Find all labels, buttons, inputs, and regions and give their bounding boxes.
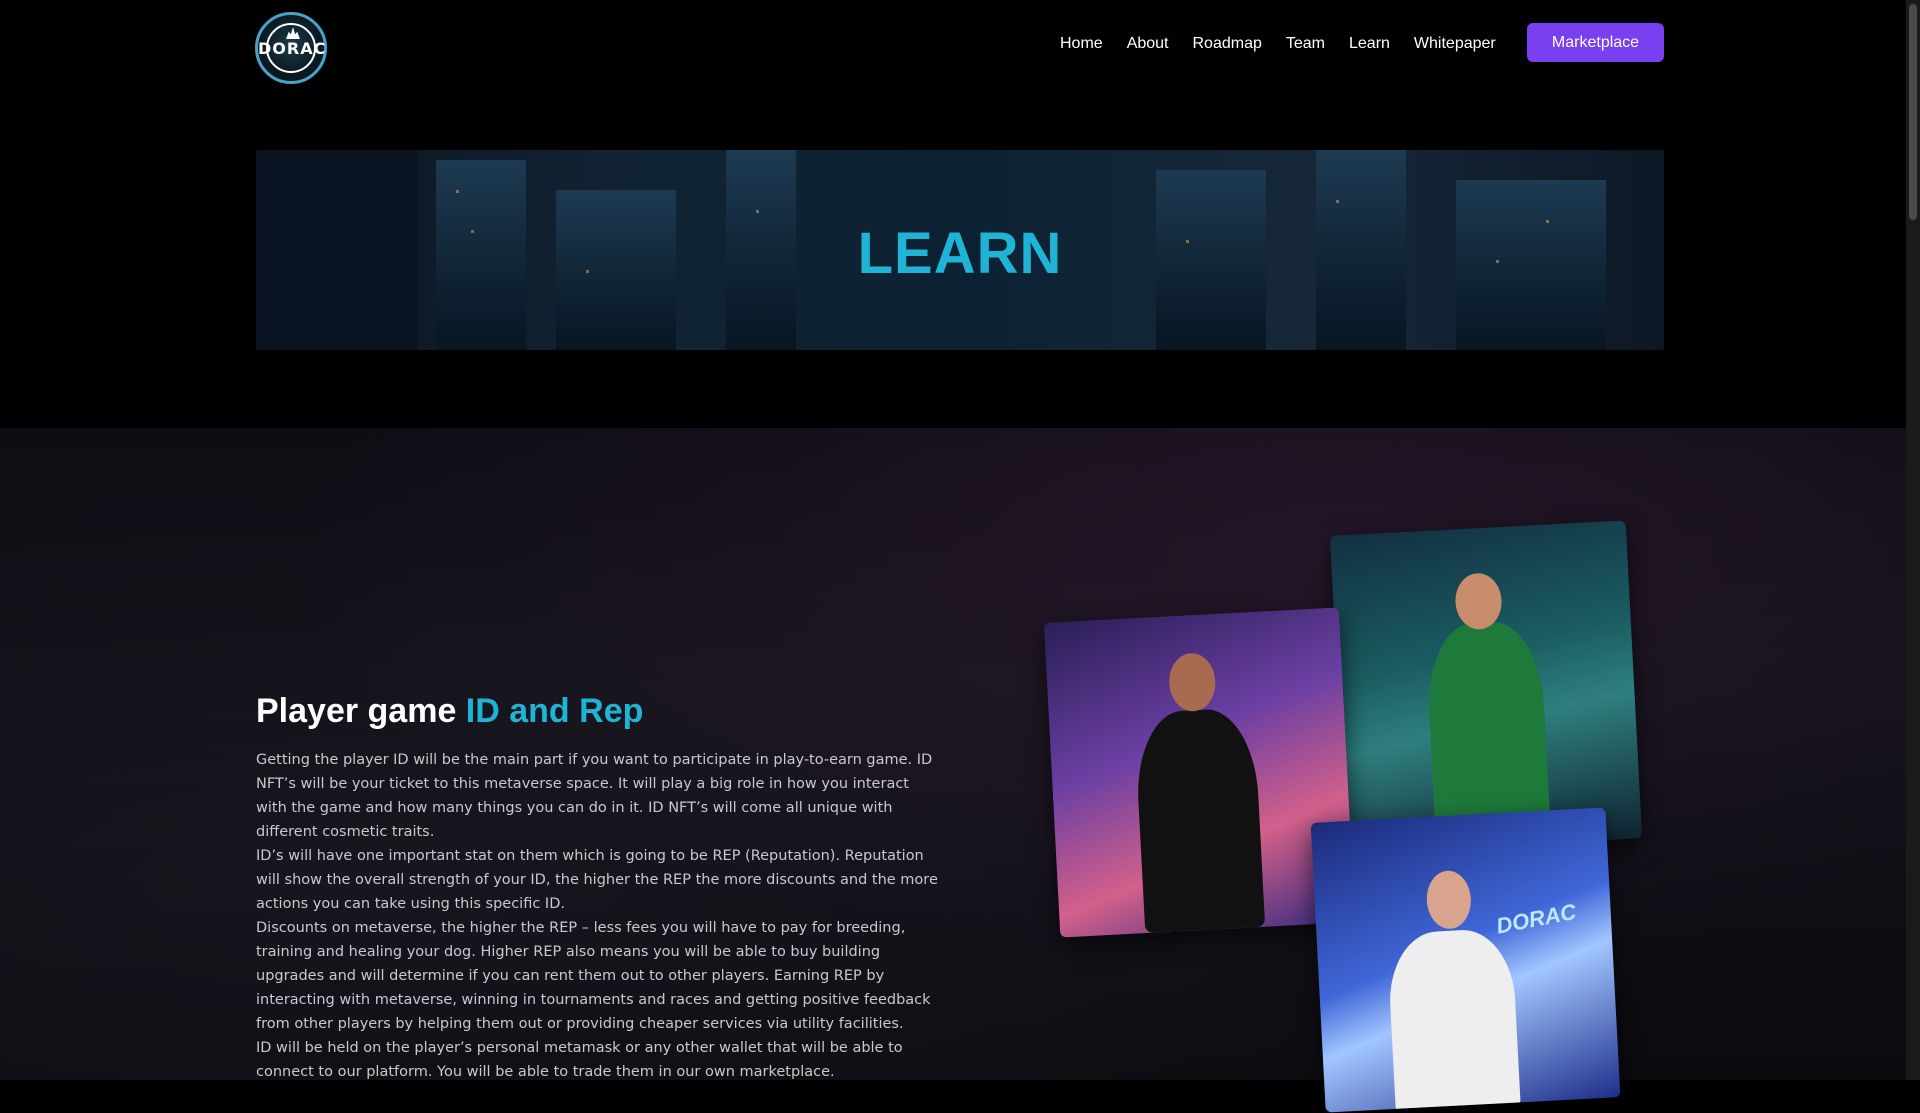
character-figure bbox=[1386, 927, 1521, 1113]
nav-whitepaper[interactable]: Whitepaper bbox=[1414, 35, 1496, 53]
marketplace-button[interactable]: Marketplace bbox=[1527, 23, 1664, 62]
character-card-blue: DORAC bbox=[1310, 807, 1621, 1113]
scroll-thumb[interactable] bbox=[1909, 4, 1917, 220]
paragraph: ID will be held on the player’s personal… bbox=[256, 1040, 903, 1080]
main-nav: Home About Roadmap Team Learn Whitepaper bbox=[1060, 28, 1496, 60]
banner-window bbox=[1336, 200, 1339, 203]
nav-team[interactable]: Team bbox=[1286, 35, 1325, 53]
section-body: Getting the player ID will be the main p… bbox=[256, 748, 941, 1084]
heading-highlight: ID and Rep bbox=[465, 692, 644, 730]
paragraph: ID’s will have one important stat on the… bbox=[256, 848, 938, 912]
nav-roadmap[interactable]: Roadmap bbox=[1193, 35, 1262, 53]
banner-window bbox=[756, 210, 759, 213]
character-head bbox=[1167, 652, 1217, 713]
paragraph: Discounts on metaverse, the higher the R… bbox=[256, 920, 931, 1032]
page-title: LEARN bbox=[857, 221, 1063, 286]
nav-home[interactable]: Home bbox=[1060, 35, 1103, 53]
character-head bbox=[1425, 869, 1473, 930]
paragraph: Getting the player ID will be the main p… bbox=[256, 752, 933, 840]
dorac-logo[interactable]: DORAC bbox=[255, 12, 327, 84]
scrollbar[interactable] bbox=[1906, 0, 1920, 1080]
learn-banner: LEARN bbox=[256, 150, 1664, 350]
logo-text: DORAC bbox=[258, 39, 327, 58]
heading-prefix: Player game bbox=[256, 692, 466, 730]
nav-about[interactable]: About bbox=[1127, 35, 1169, 53]
nav-learn[interactable]: Learn bbox=[1349, 35, 1390, 53]
character-card-green bbox=[1329, 520, 1643, 854]
dorac-sign: DORAC bbox=[1494, 898, 1579, 939]
character-figure bbox=[1133, 707, 1266, 934]
section-heading: Player game ID and Rep bbox=[256, 692, 643, 731]
banner-window bbox=[456, 190, 459, 193]
site-header: DORAC Home About Roadmap Team Learn Whit… bbox=[0, 0, 1906, 100]
character-card-purple bbox=[1043, 607, 1356, 938]
